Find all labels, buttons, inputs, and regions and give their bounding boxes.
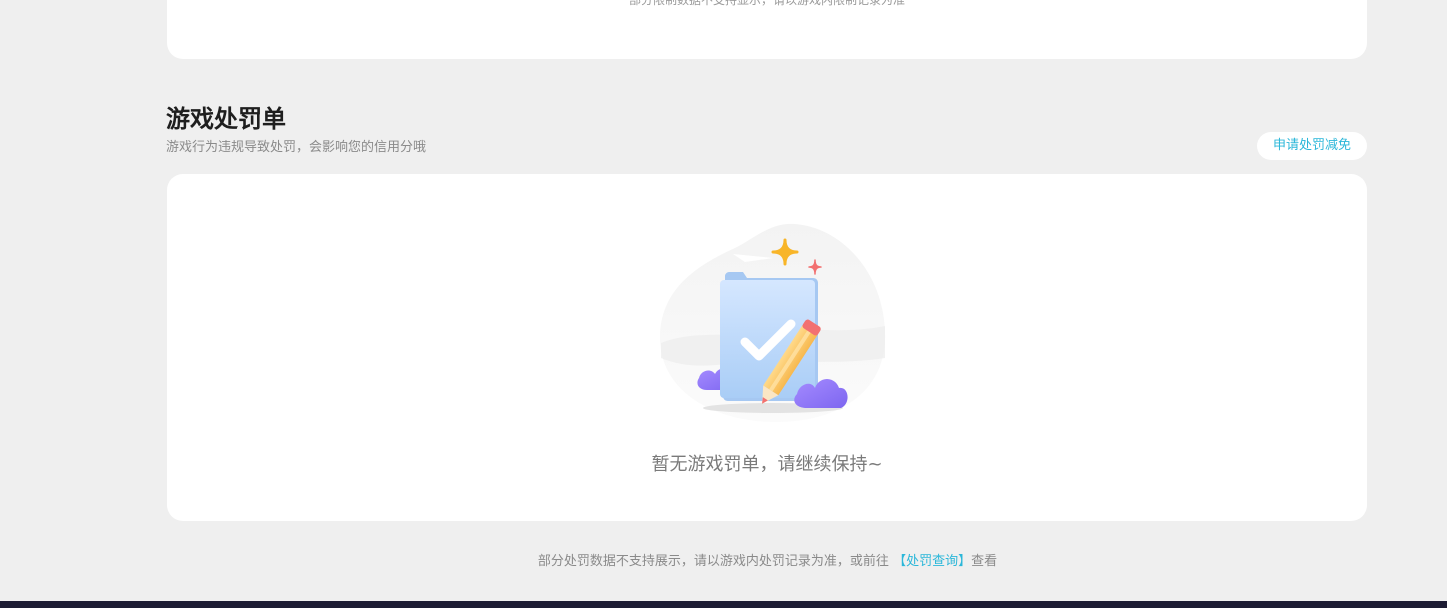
empty-document-pencil-illustration <box>659 223 886 423</box>
restriction-card: 部分限制数据不支持显示，请以游戏内限制记录为准 <box>167 0 1367 59</box>
apply-penalty-reduction-button[interactable]: 申请处罚减免 <box>1257 132 1367 160</box>
footer-note-suffix: 查看 <box>971 554 998 569</box>
footer-note-text: 部分处罚数据不支持展示，请以游戏内处罚记录为准，或前往 <box>537 554 889 569</box>
penalty-query-link[interactable]: 【处罚查询】 <box>893 554 971 569</box>
footer-note: 部分处罚数据不支持展示，请以游戏内处罚记录为准，或前往 【处罚查询】查看 <box>0 552 1447 572</box>
empty-state-text: 暂无游戏罚单，请继续保持~ <box>651 454 883 475</box>
section-subtitle: 游戏行为违规导致处罚，会影响您的信用分哦 <box>166 140 427 155</box>
bottom-bar <box>0 601 1447 608</box>
penalty-list-card: 暂无游戏罚单，请继续保持~ <box>167 174 1367 521</box>
restriction-note: 部分限制数据不支持显示，请以游戏内限制记录为准 <box>628 0 905 7</box>
section-title: 游戏处罚单 <box>166 105 286 133</box>
